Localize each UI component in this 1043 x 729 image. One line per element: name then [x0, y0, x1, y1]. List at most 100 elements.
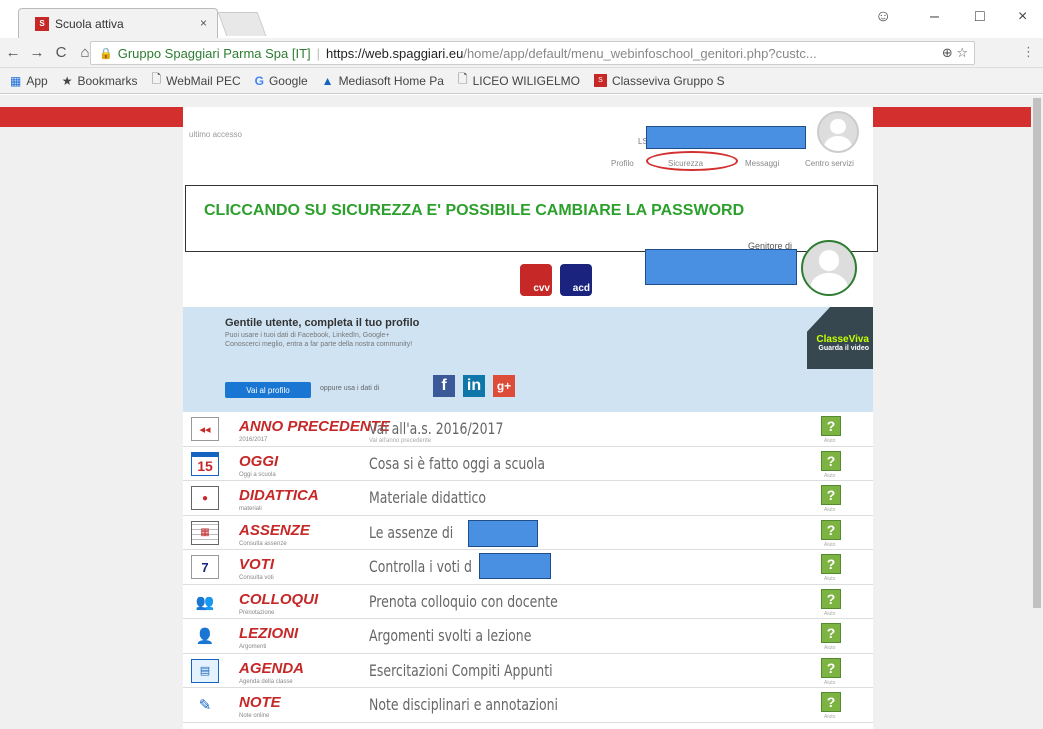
- page-icon: 🗋: [457, 72, 468, 86]
- menu-title: DIDATTICA: [239, 487, 319, 504]
- whiteboard-icon: ●: [191, 486, 219, 510]
- scrollbar-thumb[interactable]: [1033, 98, 1041, 608]
- menu-item-didattica[interactable]: ● DIDATTICA materiali Materiale didattic…: [183, 481, 873, 516]
- menu-desc: Argomenti svolti a lezione: [369, 626, 532, 645]
- help-icon[interactable]: ?: [821, 554, 841, 574]
- browser-tab[interactable]: S Scuola attiva ×: [18, 8, 218, 38]
- linkedin-icon[interactable]: in: [463, 375, 485, 397]
- url-path: /home/app/default/menu_webinfoschool_gen…: [463, 45, 817, 61]
- menu-item-agenda[interactable]: ▤ AGENDA Agenda della classe Esercitazio…: [183, 653, 873, 688]
- menu-title: LEZIONI: [239, 625, 299, 642]
- menu-item-colloqui[interactable]: 👥 COLLOQUI Prenotazione Prenota colloqui…: [183, 584, 873, 619]
- profile-icon[interactable]: ☺: [875, 8, 891, 26]
- banner-line-2: Conoscerci meglio, entra a far parte del…: [225, 341, 413, 348]
- menu-title: COLLOQUI: [239, 590, 319, 608]
- bookmark-bookmarks[interactable]: ★ Bookmarks: [62, 74, 138, 88]
- student-avatar-icon[interactable]: [801, 240, 857, 296]
- tab-close-icon[interactable]: ×: [200, 16, 207, 30]
- calendar-15-icon: 15: [191, 451, 219, 476]
- page-title: I servizi per la famiglia: [373, 109, 523, 125]
- help-icon[interactable]: ?: [821, 519, 841, 540]
- minimize-icon[interactable]: –: [930, 8, 939, 26]
- menu-title: AGENDA: [239, 659, 305, 677]
- menu-item-lezioni[interactable]: 👤 LEZIONI Argomenti Argomenti svolti a l…: [183, 619, 873, 654]
- exit-link[interactable]: Esci: [784, 111, 801, 121]
- acd-app-icon[interactable]: acd: [560, 264, 592, 296]
- nav-centro-servizi[interactable]: Centro servizi: [805, 159, 854, 168]
- banner-line-1: Puoi usare i tuoi dati di Facebook, Link…: [225, 332, 390, 339]
- new-tab-button[interactable]: [217, 12, 267, 36]
- menu-item-anno-precedente[interactable]: ◂◂ ANNO PRECEDENTE 2016/2017 Vai all'a.s…: [183, 412, 873, 447]
- sicurezza-highlight: [646, 151, 738, 171]
- menu-desc: Le assenze di: [369, 522, 454, 542]
- back-icon[interactable]: ←: [2, 44, 24, 61]
- bookmark-liceo[interactable]: 🗋 LICEO WILIGELMO: [458, 70, 580, 91]
- page-viewport: SCUOLATTIVA I servizi per la famiglia Es…: [0, 95, 1043, 729]
- help-icon[interactable]: ?: [821, 450, 841, 471]
- bookmark-classeviva[interactable]: S Classeviva Gruppo S: [593, 73, 725, 88]
- bookmark-apps[interactable]: ▦ App: [10, 74, 48, 88]
- cvv-app-icon[interactable]: cvv: [520, 264, 552, 296]
- google-plus-icon[interactable]: g+: [493, 375, 515, 397]
- menu-title: NOTE: [239, 694, 281, 711]
- watch-video-badge[interactable]: ClasseViva Guarda il video: [807, 307, 873, 369]
- menu-item-assenze[interactable]: ▦ ASSENZE Consulta assenze Le assenze di…: [183, 515, 873, 550]
- menu-desc: Note disciplinari e annotazioni: [369, 695, 559, 714]
- bookmark-label: WebMail PEC: [166, 73, 241, 88]
- menu-item-voti[interactable]: 7 VOTI Consulta voti Controlla i voti d …: [183, 550, 873, 585]
- google-icon: G: [254, 73, 264, 88]
- bookmark-mediasoft[interactable]: ▲ Mediasoft Home Pa: [322, 74, 444, 88]
- bookmark-label: Mediasoft Home Pa: [338, 73, 444, 88]
- menu-title: ASSENZE: [239, 521, 310, 539]
- forward-icon[interactable]: →: [26, 44, 48, 61]
- help-icon[interactable]: ?: [821, 485, 841, 505]
- url-separator: |: [316, 45, 321, 61]
- nav-profilo[interactable]: Profilo: [611, 159, 634, 168]
- close-window-icon[interactable]: ×: [1018, 8, 1027, 26]
- video-label: Guarda il video: [818, 345, 869, 352]
- menu-icon[interactable]: ⋮: [1022, 44, 1035, 60]
- tab-strip: S Scuola attiva × ☺ – □ ×: [0, 0, 1043, 38]
- brand-logo[interactable]: SCUOLATTIVA: [191, 108, 308, 126]
- previous-year-icon: ◂◂: [191, 417, 219, 441]
- help-label: Aiuto: [824, 576, 836, 582]
- bookmark-google[interactable]: G Google: [255, 74, 308, 88]
- menu-desc: Esercitazioni Compiti Appunti: [369, 660, 553, 680]
- help-icon[interactable]: ?: [821, 588, 841, 609]
- zoom-star-icons[interactable]: ⊕ ☆: [942, 45, 968, 61]
- apps-icon: ▦: [10, 73, 22, 88]
- menu-title: ANNO PRECEDENTE: [239, 418, 390, 435]
- facebook-icon[interactable]: f: [433, 375, 455, 397]
- banner-title: Gentile utente, completa il tuo profilo: [225, 317, 420, 329]
- nav-messaggi[interactable]: Messaggi: [745, 159, 779, 168]
- absence-grid-icon: ▦: [191, 520, 219, 545]
- menu-sub: materiali: [239, 506, 262, 512]
- bookmark-label: LICEO WILIGELMO: [472, 73, 580, 88]
- site-org: Gruppo Spaggiari Parma Spa [IT]: [117, 45, 311, 61]
- help-icon[interactable]: ?: [821, 692, 841, 712]
- menu-item-note[interactable]: ✎ NOTE Note online Note disciplinari e a…: [183, 688, 873, 723]
- menu-item-oggi[interactable]: 15 OGGI Oggi a scuola Cosa si è fatto og…: [183, 446, 873, 481]
- help-label: Aiuto: [824, 610, 836, 617]
- menu-desc: Materiale didattico: [369, 488, 487, 507]
- or-use-label: oppure usa i dati di: [320, 385, 380, 392]
- agenda-icon: ▤: [191, 658, 219, 683]
- help-label: Aiuto: [824, 438, 836, 444]
- menu-sub: 2016/2017: [239, 437, 268, 443]
- address-bar[interactable]: 🔒 Gruppo Spaggiari Parma Spa [IT] | http…: [90, 41, 975, 65]
- help-icon[interactable]: ?: [821, 623, 841, 643]
- maximize-icon[interactable]: □: [975, 8, 985, 26]
- redacted-student-name: [479, 553, 551, 579]
- user-avatar-icon[interactable]: [817, 111, 859, 153]
- help-icon[interactable]: ?: [821, 416, 841, 436]
- help-icon[interactable]: ?: [821, 657, 841, 678]
- bookmark-label: Classeviva Gruppo S: [611, 73, 725, 88]
- reload-icon[interactable]: C: [50, 44, 72, 61]
- redacted-username: [646, 126, 806, 149]
- classeviva-icon: S: [593, 74, 607, 87]
- menu-sub: Oggi a scuola: [239, 471, 276, 478]
- bookmark-webmail[interactable]: 🗋 WebMail PEC: [152, 70, 241, 91]
- menu-sub: Agenda della classe: [239, 678, 293, 685]
- go-to-profile-button[interactable]: Vai al profilo: [225, 382, 311, 398]
- menu-desc: Vai all'a.s. 2016/2017: [369, 419, 504, 438]
